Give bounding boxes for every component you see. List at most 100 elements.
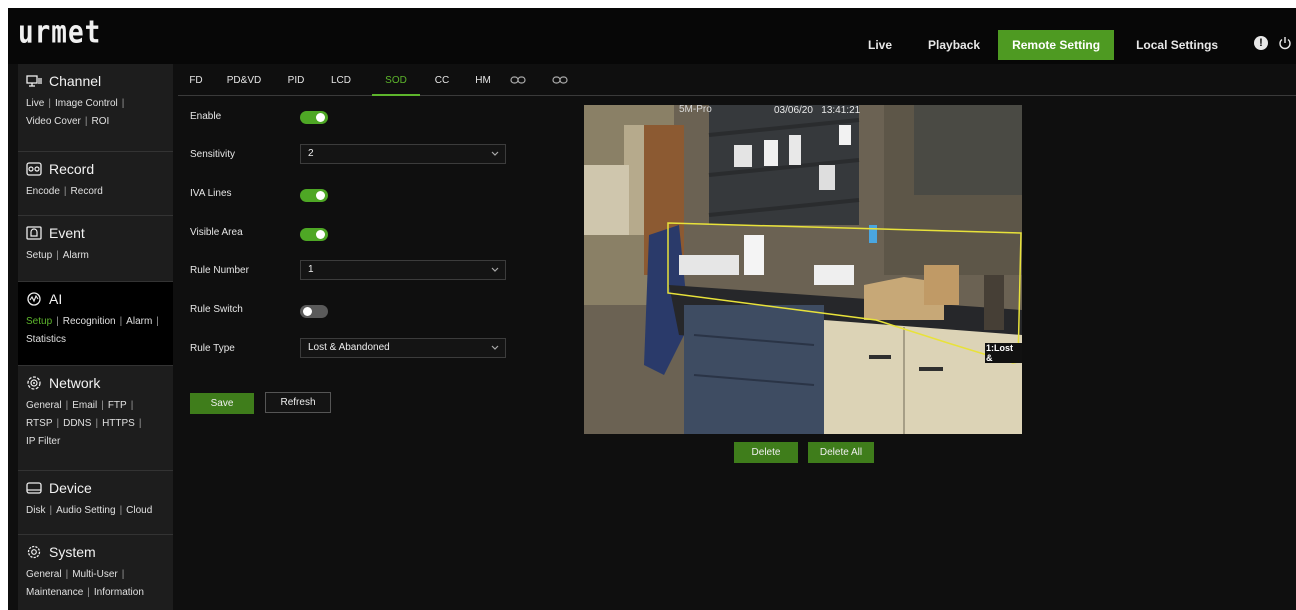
visible-area-toggle[interactable]	[300, 228, 328, 241]
sidebar-title-label: AI	[49, 291, 63, 307]
delete-button[interactable]: Delete	[734, 442, 798, 463]
sidebar-link-information[interactable]: Information	[94, 587, 144, 598]
enable-toggle[interactable]	[300, 111, 328, 124]
rule-number-label: Rule Number	[190, 265, 249, 276]
sidebar-link-general[interactable]: General	[26, 400, 62, 411]
sidebar-links-event: Setup | Alarm	[26, 250, 89, 261]
tab-lcd[interactable]: LCD	[328, 68, 354, 96]
sidebar-section-system: System General | Multi-User | Maintenance | In…	[18, 535, 173, 610]
ai-tabs: FD PD&VD PID LCD SOD CC HM	[178, 68, 1296, 96]
header-icons: !	[1254, 36, 1292, 50]
link-icon	[552, 76, 568, 84]
sidebar-link-statistics[interactable]: Statistics	[26, 334, 66, 345]
sidebar-title-event[interactable]: Event	[18, 222, 173, 244]
rule-type-value: Lost & Abandoned	[308, 342, 390, 353]
sidebar-link-recognition[interactable]: Recognition	[63, 316, 116, 327]
sidebar-links-system: General | Multi-User | Maintenance | Informati…	[26, 569, 144, 598]
sensitivity-label: Sensitivity	[190, 149, 236, 160]
sidebar-title-system[interactable]: System	[18, 541, 173, 563]
sidebar-link-setup[interactable]: Setup	[26, 250, 52, 261]
sidebar-link-alarm[interactable]: Alarm	[63, 250, 89, 261]
camera-preview[interactable]: 5M-Pro 03/06/20 13:41:21 1:Lost &	[584, 105, 1022, 434]
tab-extra-1[interactable]	[508, 68, 528, 96]
sidebar-title-channel[interactable]: Channel	[18, 70, 173, 92]
main-nav: Live Playback Remote Setting Local Setti…	[854, 30, 1232, 60]
chevron-down-icon	[491, 267, 499, 272]
rule-switch-label: Rule Switch	[190, 304, 243, 315]
sidebar-link-roi[interactable]: ROI	[91, 116, 109, 127]
sidebar-link-maintenance[interactable]: Maintenance	[26, 587, 83, 598]
sidebar-link-ddns[interactable]: DDNS	[63, 418, 91, 429]
sidebar-link-live[interactable]: Live	[26, 98, 44, 109]
iva-lines-toggle[interactable]	[300, 189, 328, 202]
sidebar-link-https[interactable]: HTTPS	[102, 418, 135, 429]
sidebar: Channel Live | Image Control | Video Cover | R…	[18, 64, 173, 610]
sidebar-link-record[interactable]: Record	[71, 186, 103, 197]
sensitivity-value: 2	[308, 148, 314, 159]
sidebar-link-alarm[interactable]: Alarm	[126, 316, 152, 327]
enable-label: Enable	[190, 111, 222, 122]
sidebar-title-label: Channel	[49, 73, 102, 89]
sidebar-title-device[interactable]: Device	[18, 477, 173, 499]
sidebar-link-disk[interactable]: Disk	[26, 505, 45, 516]
brand-logo: urmet	[18, 15, 102, 51]
sidebar-links-ai: Setup | Recognition | Alarm | Statistics	[26, 316, 159, 345]
sidebar-link-multi-user[interactable]: Multi-User	[72, 569, 118, 580]
delete-all-button[interactable]: Delete All	[808, 442, 874, 463]
event-icon	[26, 226, 42, 240]
sidebar-link-video-cover[interactable]: Video Cover	[26, 116, 81, 127]
sensitivity-select[interactable]: 2	[300, 144, 506, 164]
app-window: urmet Live Playback Remote Setting Local…	[8, 8, 1296, 610]
rule-type-select[interactable]: Lost & Abandoned	[300, 338, 506, 358]
sidebar-link-ip-filter[interactable]: IP Filter	[26, 436, 60, 447]
tab-hm[interactable]: HM	[472, 68, 494, 96]
sidebar-link-image-control[interactable]: Image Control	[55, 98, 118, 109]
nav-remote-setting[interactable]: Remote Setting	[998, 30, 1115, 60]
sidebar-link-encode[interactable]: Encode	[26, 186, 60, 197]
sidebar-title-network[interactable]: Network	[18, 372, 173, 394]
save-button[interactable]: Save	[190, 393, 254, 414]
sidebar-link-email[interactable]: Email	[72, 400, 97, 411]
tab-pid[interactable]: PID	[284, 68, 308, 96]
sidebar-links-channel: Live | Image Control | Video Cover | ROI	[26, 98, 125, 127]
ai-icon	[27, 292, 41, 306]
power-icon[interactable]	[1278, 36, 1292, 50]
top-header: urmet Live Playback Remote Setting Local…	[8, 8, 1296, 64]
sidebar-link-ftp[interactable]: FTP	[108, 400, 127, 411]
refresh-button[interactable]: Refresh	[265, 392, 331, 413]
system-icon	[27, 545, 41, 559]
rule-tag: 1:Lost &	[985, 343, 1022, 363]
rule-switch-toggle[interactable]	[300, 305, 328, 318]
nav-live[interactable]: Live	[854, 30, 906, 60]
info-icon[interactable]: !	[1254, 36, 1268, 50]
rule-number-select[interactable]: 1	[300, 260, 506, 280]
sidebar-title-ai[interactable]: AI	[18, 288, 173, 310]
camera-scene	[584, 105, 1022, 434]
tab-pd-vd[interactable]: PD&VD	[224, 68, 264, 96]
sidebar-title-label: Event	[49, 225, 85, 241]
nav-local-settings[interactable]: Local Settings	[1122, 30, 1232, 60]
tab-cc[interactable]: CC	[432, 68, 452, 96]
sidebar-title-label: Device	[49, 480, 92, 496]
tab-sod[interactable]: SOD	[372, 68, 420, 96]
chevron-down-icon	[491, 151, 499, 156]
sidebar-link-setup[interactable]: Setup	[26, 316, 52, 327]
sidebar-section-channel: Channel Live | Image Control | Video Cover | R…	[18, 64, 173, 152]
tab-extra-2[interactable]	[550, 68, 570, 96]
sidebar-title-label: System	[49, 544, 96, 560]
channel-icon	[26, 75, 42, 87]
link-icon	[510, 76, 526, 84]
sidebar-link-rtsp[interactable]: RTSP	[26, 418, 53, 429]
sidebar-link-cloud[interactable]: Cloud	[126, 505, 152, 516]
sidebar-title-record[interactable]: Record	[18, 158, 173, 180]
sidebar-link-general[interactable]: General	[26, 569, 62, 580]
chevron-down-icon	[491, 345, 499, 350]
sidebar-section-event: Event Setup | Alarm	[18, 216, 173, 282]
rule-type-label: Rule Type	[190, 343, 235, 354]
sidebar-link-audio-setting[interactable]: Audio Setting	[56, 505, 116, 516]
tab-fd[interactable]: FD	[186, 68, 206, 96]
nav-playback[interactable]: Playback	[914, 30, 994, 60]
sidebar-links-network: General | Email | FTP | RTSP | DDNS | HTTPS | IP Fil…	[26, 400, 142, 447]
sidebar-section-record: Record Encode | Record	[18, 152, 173, 216]
timestamp-osd: 03/06/20 13:41:21	[774, 105, 861, 116]
